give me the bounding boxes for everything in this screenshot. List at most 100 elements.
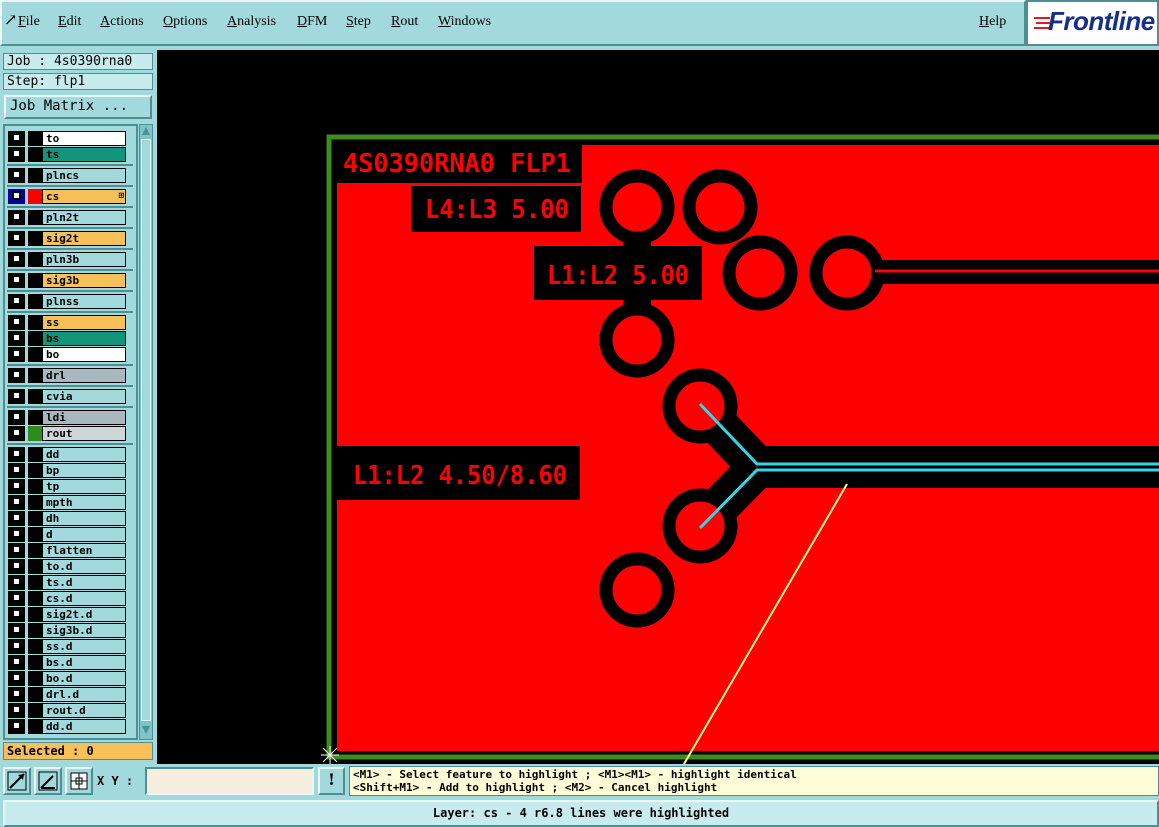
grid-snap-button[interactable] <box>65 767 93 795</box>
layer-affected-toggle[interactable] <box>8 368 25 383</box>
layer-display-swatch[interactable] <box>28 331 42 346</box>
layer-display-swatch[interactable] <box>28 410 42 425</box>
measure-button[interactable] <box>34 767 62 795</box>
layer-checkbox[interactable] <box>12 593 21 602</box>
menu-step[interactable]: Step <box>346 14 371 30</box>
layer-affected-toggle[interactable] <box>8 252 25 267</box>
layer-row-sig3b-d[interactable]: sig3b.d <box>7 623 133 638</box>
layer-name[interactable]: ldi <box>42 410 126 425</box>
menu-options[interactable]: Options <box>163 14 207 30</box>
layer-checkbox[interactable] <box>12 497 21 506</box>
layer-row-cs-d[interactable]: cs.d <box>7 591 133 606</box>
layer-affected-toggle[interactable] <box>8 447 25 462</box>
layer-row-drl[interactable]: drl <box>7 368 133 383</box>
layer-display-swatch[interactable] <box>28 543 42 558</box>
layer-affected-toggle[interactable] <box>8 623 25 638</box>
layer-checkbox[interactable] <box>12 317 21 326</box>
layer-name[interactable]: sig3b <box>42 273 126 288</box>
info-button[interactable]: ! <box>318 767 345 795</box>
layer-name[interactable]: drl.d <box>42 687 126 702</box>
menu-analysis[interactable]: Analysis <box>227 14 276 30</box>
layer-name[interactable]: pln2t <box>42 210 126 225</box>
menu-file[interactable]: File <box>18 14 40 30</box>
layer-row-sig3b[interactable]: sig3b <box>7 273 133 288</box>
layer-display-swatch[interactable] <box>28 147 42 162</box>
layer-affected-toggle[interactable] <box>8 210 25 225</box>
layer-name[interactable]: rout <box>42 426 126 441</box>
layer-affected-toggle[interactable] <box>8 703 25 718</box>
layer-checkbox[interactable] <box>12 641 21 650</box>
layer-name[interactable]: dd.d <box>42 719 126 734</box>
layer-row-ldi[interactable]: ldi <box>7 410 133 425</box>
layer-affected-toggle[interactable] <box>8 671 25 686</box>
layer-row-ts-d[interactable]: ts.d <box>7 575 133 590</box>
layer-list-scrollbar[interactable] <box>139 124 153 740</box>
scroll-down-icon[interactable] <box>141 725 151 735</box>
layer-row-sig2t-d[interactable]: sig2t.d <box>7 607 133 622</box>
layer-name[interactable]: dd <box>42 447 126 462</box>
layer-display-swatch[interactable] <box>28 623 42 638</box>
layer-affected-toggle[interactable] <box>8 231 25 246</box>
layer-checkbox[interactable] <box>12 254 21 263</box>
layer-affected-toggle[interactable] <box>8 463 25 478</box>
zoom-extents-button[interactable] <box>3 767 31 795</box>
menu-help[interactable]: Help <box>979 14 1006 30</box>
layer-row-plncs[interactable]: plncs <box>7 168 133 183</box>
layer-name[interactable]: cs.d <box>42 591 126 606</box>
layer-row-to[interactable]: to <box>7 131 133 146</box>
layer-row-ss[interactable]: ss <box>7 315 133 330</box>
layer-display-swatch[interactable] <box>28 189 42 204</box>
graphic-editor-canvas[interactable]: 4S0390RNA0 FLP1 L4:L3 5.00 L1:L2 5.00 L1… <box>157 50 1159 764</box>
layer-row-flatten[interactable]: flatten <box>7 543 133 558</box>
layer-row-ts[interactable]: ts <box>7 147 133 162</box>
layer-name[interactable]: cvia <box>42 389 126 404</box>
layer-row-dh[interactable]: dh <box>7 511 133 526</box>
layer-checkbox[interactable] <box>12 212 21 221</box>
layer-row-cvia[interactable]: cvia <box>7 389 133 404</box>
menu-windows[interactable]: Windows <box>438 14 491 30</box>
layer-row-dd-d[interactable]: dd.d <box>7 719 133 734</box>
layer-display-swatch[interactable] <box>28 294 42 309</box>
layer-name[interactable]: ss <box>42 315 126 330</box>
layer-affected-toggle[interactable] <box>8 607 25 622</box>
layer-affected-toggle[interactable] <box>8 575 25 590</box>
layer-checkbox[interactable] <box>12 465 21 474</box>
layer-display-swatch[interactable] <box>28 655 42 670</box>
layer-display-swatch[interactable] <box>28 703 42 718</box>
layer-display-swatch[interactable] <box>28 131 42 146</box>
layer-row-bs[interactable]: bs <box>7 331 133 346</box>
layer-affected-toggle[interactable] <box>8 294 25 309</box>
layer-checkbox[interactable] <box>12 721 21 730</box>
layer-name[interactable]: d <box>42 527 126 542</box>
layer-row-bp[interactable]: bp <box>7 463 133 478</box>
layer-name[interactable]: mpth <box>42 495 126 510</box>
layer-row-pln2t[interactable]: pln2t <box>7 210 133 225</box>
menu-edit[interactable]: Edit <box>58 14 81 30</box>
layer-checkbox[interactable] <box>12 275 21 284</box>
layer-row-tp[interactable]: tp <box>7 479 133 494</box>
layer-name[interactable]: bs.d <box>42 655 126 670</box>
layer-checkbox[interactable] <box>12 370 21 379</box>
layer-row-to-d[interactable]: to.d <box>7 559 133 574</box>
layer-checkbox[interactable] <box>12 545 21 554</box>
layer-row-bs-d[interactable]: bs.d <box>7 655 133 670</box>
layer-display-swatch[interactable] <box>28 687 42 702</box>
layer-name[interactable]: sig3b.d <box>42 623 126 638</box>
layer-name[interactable]: to.d <box>42 559 126 574</box>
layer-checkbox[interactable] <box>12 149 21 158</box>
layer-name[interactable]: ts <box>42 147 126 162</box>
layer-name[interactable]: pln3b <box>42 252 126 267</box>
layer-display-swatch[interactable] <box>28 447 42 462</box>
layer-display-swatch[interactable] <box>28 168 42 183</box>
layer-affected-toggle[interactable] <box>8 591 25 606</box>
layer-display-swatch[interactable] <box>28 671 42 686</box>
xy-coordinate-input[interactable] <box>145 767 314 795</box>
layer-checkbox[interactable] <box>12 689 21 698</box>
layer-affected-toggle[interactable] <box>8 687 25 702</box>
layer-checkbox[interactable] <box>12 296 21 305</box>
layer-name[interactable]: tp <box>42 479 126 494</box>
layer-checkbox[interactable] <box>12 412 21 421</box>
layer-affected-toggle[interactable] <box>8 389 25 404</box>
layer-affected-toggle[interactable] <box>8 655 25 670</box>
layer-affected-toggle[interactable] <box>8 273 25 288</box>
